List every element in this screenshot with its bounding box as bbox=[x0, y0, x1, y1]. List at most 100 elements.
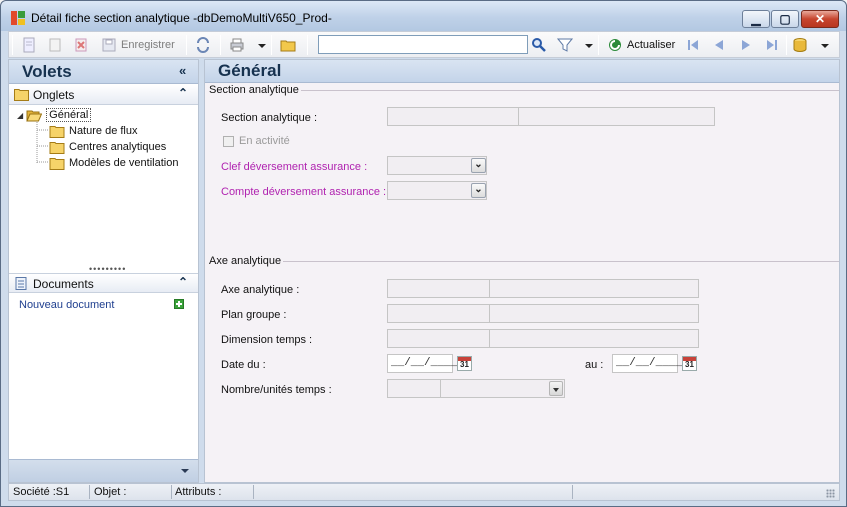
clef-deversement-select[interactable]: ⌄ bbox=[387, 156, 487, 175]
folder-icon bbox=[49, 141, 65, 154]
date-du-input[interactable]: __/__/____ bbox=[387, 354, 457, 373]
compte-deversement-label: Compte déversement assurance : bbox=[221, 186, 387, 198]
calendar-icon[interactable]: 31 bbox=[682, 356, 697, 371]
toolbar-separator bbox=[307, 35, 308, 55]
status-separator bbox=[89, 485, 90, 499]
copy-button[interactable] bbox=[47, 35, 63, 55]
plan-label-field[interactable] bbox=[489, 304, 699, 323]
documents-toggle-icon[interactable]: ⌃ bbox=[178, 275, 188, 289]
print-button[interactable] bbox=[229, 35, 245, 55]
section-code-field[interactable] bbox=[387, 107, 519, 126]
section-label-field[interactable] bbox=[518, 107, 715, 126]
calendar-icon[interactable]: 31 bbox=[457, 356, 472, 371]
chevron-down-icon[interactable] bbox=[181, 469, 189, 473]
last-record-button[interactable] bbox=[764, 35, 780, 55]
volets-title: Volets bbox=[22, 62, 72, 81]
chevron-down-icon bbox=[553, 388, 559, 392]
maximize-icon: ▢ bbox=[779, 12, 791, 26]
next-record-button[interactable] bbox=[738, 35, 754, 55]
en-activite-checkbox[interactable] bbox=[223, 136, 234, 147]
last-icon bbox=[767, 40, 777, 50]
onglets-title: Onglets bbox=[33, 88, 75, 102]
clef-deversement-label: Clef déversement assurance : bbox=[221, 161, 368, 173]
general-panel: Général Section analytique Section analy… bbox=[204, 59, 840, 483]
sync-icon bbox=[197, 37, 209, 53]
tree-item-label: Centres analytiques bbox=[69, 141, 167, 153]
close-icon: ✕ bbox=[814, 12, 826, 26]
search-button[interactable] bbox=[531, 35, 547, 55]
filter-dropdown-icon[interactable] bbox=[585, 44, 593, 48]
add-document-icon[interactable] bbox=[174, 299, 184, 309]
volets-footer bbox=[9, 459, 198, 482]
open-folder-icon bbox=[26, 110, 43, 121]
toolbar: Enregistrer Actualiser bbox=[8, 31, 840, 58]
axe-analytique-label: Axe analytique : bbox=[221, 284, 300, 296]
dimension-code-field[interactable] bbox=[387, 329, 490, 348]
app-logo-icon bbox=[11, 11, 25, 25]
section-analytique-label: Section analytique : bbox=[221, 112, 318, 124]
new-document-link[interactable]: Nouveau document bbox=[19, 299, 114, 311]
minimize-icon: ▁ bbox=[751, 12, 761, 26]
app-window: Détail fiche section analytique -dbDemoM… bbox=[0, 0, 847, 507]
toolbar-separator bbox=[786, 35, 787, 55]
database-button[interactable] bbox=[792, 35, 808, 55]
clef-dropdown-button[interactable]: ⌄ bbox=[471, 158, 486, 173]
compte-dropdown-button[interactable]: ⌄ bbox=[471, 183, 486, 198]
sync-button[interactable] bbox=[195, 35, 211, 55]
chevron-down-icon: ⌄ bbox=[474, 159, 483, 170]
general-header: Général bbox=[205, 60, 839, 83]
close-button[interactable]: ✕ bbox=[801, 10, 839, 28]
previous-record-button[interactable] bbox=[711, 35, 727, 55]
title-bar[interactable]: Détail fiche section analytique -dbDemoM… bbox=[1, 1, 846, 31]
copy-icon bbox=[49, 38, 61, 52]
documents-icon bbox=[15, 277, 27, 290]
unite-dropdown-button[interactable] bbox=[549, 381, 563, 396]
documents-header[interactable]: Documents ⌃ bbox=[9, 273, 198, 293]
chevron-down-icon: ⌄ bbox=[474, 184, 483, 195]
nombre-field[interactable] bbox=[387, 379, 441, 398]
open-folder-button[interactable] bbox=[280, 35, 296, 55]
collapse-panel-icon[interactable]: « bbox=[179, 63, 186, 78]
filter-button[interactable] bbox=[557, 35, 573, 55]
resize-grip-icon[interactable] bbox=[826, 489, 835, 498]
new-record-button[interactable] bbox=[21, 35, 37, 55]
folder-icon bbox=[49, 125, 65, 138]
window-title: Détail fiche section analytique -dbDemoM… bbox=[31, 11, 332, 25]
axe-label-field[interactable] bbox=[489, 279, 699, 298]
next-icon bbox=[742, 40, 750, 50]
axe-analytique-group-title: Axe analytique bbox=[209, 255, 284, 267]
onglets-header[interactable]: Onglets ⌃ bbox=[9, 85, 198, 105]
first-record-button[interactable] bbox=[685, 35, 701, 55]
minimize-button[interactable]: ▁ bbox=[742, 10, 770, 28]
save-button[interactable]: Enregistrer bbox=[101, 35, 175, 55]
status-objet: Objet : bbox=[94, 486, 127, 498]
tree-item-label: Modèles de ventilation bbox=[69, 157, 179, 169]
search-icon bbox=[532, 38, 546, 52]
printer-icon bbox=[230, 38, 244, 52]
plan-code-field[interactable] bbox=[387, 304, 490, 323]
save-label: Enregistrer bbox=[121, 39, 175, 51]
refresh-label: Actualiser bbox=[627, 39, 676, 51]
tree-expand-icon[interactable]: ◢ bbox=[17, 111, 23, 120]
maximize-button[interactable]: ▢ bbox=[771, 10, 799, 28]
onglets-toggle-icon[interactable]: ⌃ bbox=[178, 86, 188, 100]
axe-code-field[interactable] bbox=[387, 279, 490, 298]
date-au-input[interactable]: __/__/____ bbox=[612, 354, 682, 373]
group-divider bbox=[279, 261, 839, 262]
search-input[interactable] bbox=[318, 35, 528, 54]
new-document-icon bbox=[23, 37, 35, 53]
database-dropdown-icon[interactable] bbox=[821, 44, 829, 48]
save-icon bbox=[102, 38, 116, 52]
dimension-label-field[interactable] bbox=[489, 329, 699, 348]
delete-icon bbox=[75, 38, 87, 52]
unite-temps-select[interactable] bbox=[440, 379, 565, 398]
print-dropdown-icon[interactable] bbox=[258, 44, 266, 48]
tree-item-general[interactable]: ◢ Général bbox=[17, 107, 92, 123]
delete-button[interactable] bbox=[73, 35, 89, 55]
refresh-button[interactable]: Actualiser bbox=[607, 35, 675, 55]
volets-header: Volets « bbox=[9, 60, 198, 84]
compte-deversement-select[interactable]: ⌄ bbox=[387, 181, 487, 200]
tree-item-centres-analytiques[interactable]: Centres analytiques bbox=[49, 139, 166, 155]
tree-item-modeles-de-ventilation[interactable]: Modèles de ventilation bbox=[49, 155, 178, 171]
tree-item-nature-de-flux[interactable]: Nature de flux bbox=[49, 123, 137, 139]
